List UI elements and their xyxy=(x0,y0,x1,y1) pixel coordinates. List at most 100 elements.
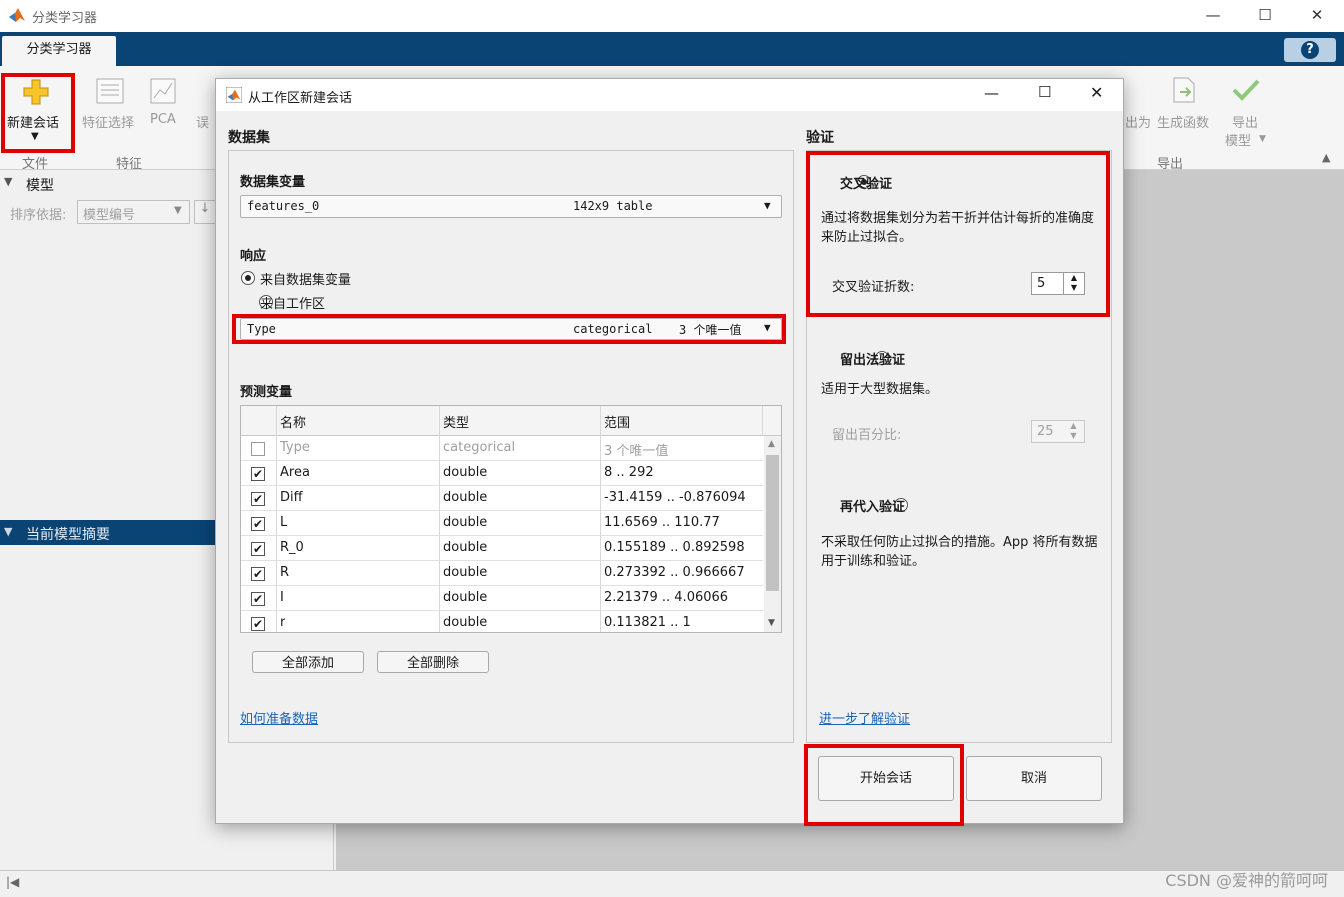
table-row[interactable]: ✔ r double 0.113821 .. 1 xyxy=(241,611,763,632)
watermark: CSDN @爱神的箭呵呵 xyxy=(1165,871,1328,890)
dataset-variable-dropdown[interactable]: features_0 142x9 table ▼ xyxy=(240,195,782,218)
table-row[interactable]: Type categorical 3 个唯一值 xyxy=(241,436,763,461)
export-model-label-1[interactable]: 导出 xyxy=(1232,112,1258,131)
holdout-pct-stepper[interactable]: 25 ▲ ▼ xyxy=(1031,420,1085,443)
dialog-close-icon[interactable]: ✕ xyxy=(1090,83,1103,102)
cell-range: 0.155189 .. 0.892598 xyxy=(604,540,745,555)
row-checkbox[interactable]: ✔ xyxy=(251,542,265,556)
cell-range: -31.4159 .. -0.876094 xyxy=(604,490,746,505)
table-row[interactable]: ✔ Rdouble 0.273392 .. 0.966667 xyxy=(241,561,763,586)
row-checkbox[interactable]: ✔ xyxy=(251,467,265,481)
pca-button[interactable]: PCA xyxy=(150,112,176,127)
feature-selection-button[interactable]: 特征选择 xyxy=(82,112,134,131)
cell-range: 0.113821 .. 1 xyxy=(604,615,691,630)
help-button[interactable]: ? xyxy=(1284,38,1336,62)
column-header-name[interactable]: 名称 xyxy=(280,412,306,431)
scroll-up-icon[interactable]: ▲ xyxy=(768,439,775,449)
row-checkbox[interactable]: ✔ xyxy=(251,567,265,581)
row-checkbox[interactable]: ✔ xyxy=(251,517,265,531)
column-header-type[interactable]: 类型 xyxy=(443,412,469,431)
tab-classification-learner[interactable]: 分类学习器 xyxy=(2,36,116,66)
sort-by-dropdown[interactable]: 模型编号 ▼ xyxy=(77,200,190,224)
sort-direction-icon[interactable]: ↓ xyxy=(194,200,216,224)
collapse-models-icon[interactable]: ▼ xyxy=(4,175,12,188)
cell-range: 0.273392 .. 0.966667 xyxy=(604,565,745,580)
learn-validation-link[interactable]: 进一步了解验证 xyxy=(819,708,910,727)
remove-all-button[interactable]: 全部删除 xyxy=(377,651,489,673)
prepare-data-link[interactable]: 如何准备数据 xyxy=(240,708,318,727)
cv-folds-stepper[interactable]: 5 ▲ ▼ xyxy=(1031,272,1085,295)
cell-type: double xyxy=(443,615,488,630)
resubstitution-description: 不采取任何防止过拟合的措施。App 将所有数据用于训练和验证。 xyxy=(821,535,1098,569)
ribbon-tabbar xyxy=(0,32,1344,66)
cell-name: Type xyxy=(280,440,310,455)
validation-header: 验证 xyxy=(806,130,834,146)
cell-name: I xyxy=(280,590,284,605)
dialog-maximize-icon[interactable]: ☐ xyxy=(1038,83,1051,101)
table-row[interactable]: ✔ Area double 8 .. 292 xyxy=(241,461,763,486)
cell-name: Diff xyxy=(280,490,303,505)
resubstitution-label: 再代入验证 xyxy=(840,500,906,515)
feature-selection-icon xyxy=(96,78,124,104)
holdout-pct-label: 留出百分比: xyxy=(832,428,902,443)
maximize-icon[interactable]: ☐ xyxy=(1250,6,1280,26)
response-from-workspace-label: 来自工作区 xyxy=(260,297,326,312)
cell-name: R_0 xyxy=(280,540,304,555)
response-type: categorical xyxy=(573,322,653,336)
start-session-button[interactable]: 开始会话 xyxy=(818,756,954,801)
dataset-variable-size: 142x9 table xyxy=(573,199,653,213)
response-dropdown[interactable]: Type categorical 3 个唯一值 ▼ xyxy=(240,318,782,340)
export-model-label-2[interactable]: 模型 xyxy=(1225,130,1251,149)
matlab-logo-icon xyxy=(226,87,242,103)
sort-by-label: 排序依据: xyxy=(10,208,67,223)
cell-name: Area xyxy=(280,465,310,480)
row-checkbox[interactable]: ✔ xyxy=(251,492,265,506)
chevron-down-icon: ▼ xyxy=(764,321,771,334)
cancel-button[interactable]: 取消 xyxy=(966,756,1102,801)
cross-validation-description: 通过将数据集划分为若干折并估计每折的准确度来防止过拟合。 xyxy=(821,211,1095,245)
response-label: 响应 xyxy=(240,249,267,264)
dialog-title: 从工作区新建会话 xyxy=(248,91,353,106)
generate-function-button[interactable]: 生成函数 xyxy=(1157,112,1209,131)
cell-range: 3 个唯一值 xyxy=(604,444,669,459)
cell-type: double xyxy=(443,540,488,555)
dataset-variable-label: 数据集变量 xyxy=(240,175,306,190)
misclass-button[interactable]: 误 xyxy=(196,112,209,131)
table-row[interactable]: ✔ Ldouble 11.6569 .. 110.77 xyxy=(241,511,763,536)
row-checkbox[interactable]: ✔ xyxy=(251,617,265,631)
row-checkbox[interactable]: ✔ xyxy=(251,592,265,606)
response-from-dataset-radio[interactable] xyxy=(241,271,255,285)
dialog-minimize-icon[interactable]: — xyxy=(984,84,999,102)
table-row[interactable]: ✔ Idouble 2.21379 .. 4.06066 xyxy=(241,586,763,611)
minimize-icon[interactable]: — xyxy=(1198,6,1228,26)
chevron-down-icon: ▼ xyxy=(174,205,182,216)
chevron-down-icon[interactable]: ▼ xyxy=(1259,134,1266,144)
stepper-arrows-icon[interactable]: ▲ ▼ xyxy=(1063,273,1084,294)
collapse-left-icon[interactable]: |◀ xyxy=(6,875,19,889)
scroll-down-icon[interactable]: ▼ xyxy=(768,618,775,628)
add-all-button[interactable]: 全部添加 xyxy=(252,651,364,673)
chevron-down-icon[interactable]: ▼ xyxy=(31,131,39,142)
cell-type: double xyxy=(443,590,488,605)
new-session-button[interactable]: 新建会话 xyxy=(7,112,59,131)
column-header-range[interactable]: 范围 xyxy=(604,412,630,431)
new-session-dialog: 从工作区新建会话 — ☐ ✕ 数据集 数据集变量 features_0 142x… xyxy=(215,78,1124,826)
holdout-description: 适用于大型数据集。 xyxy=(821,382,939,397)
response-name: Type xyxy=(247,322,276,336)
predictors-label: 预测变量 xyxy=(240,385,293,400)
close-icon[interactable]: ✕ xyxy=(1302,6,1332,26)
stepper-arrows-icon[interactable]: ▲ ▼ xyxy=(1063,421,1084,442)
models-header: 模型 xyxy=(26,178,54,194)
cell-range: 2.21379 .. 4.06066 xyxy=(604,590,729,605)
scrollbar-thumb[interactable] xyxy=(766,455,779,591)
plus-icon xyxy=(23,79,49,105)
collapse-summary-icon[interactable]: ▼ xyxy=(4,525,12,538)
checkmark-icon xyxy=(1232,79,1260,101)
table-row[interactable]: ✔ Diff double -31.4159 .. -0.876094 xyxy=(241,486,763,511)
predictors-table: 名称 类型 范围 Type categorical 3 个唯一值 ✔ Area doubl… xyxy=(240,405,782,633)
table-row[interactable]: ✔ R_0 double 0.155189 .. 0.892598 xyxy=(241,536,763,561)
response-from-dataset-label: 来自数据集变量 xyxy=(260,273,352,288)
row-checkbox[interactable] xyxy=(251,442,265,456)
collapse-ribbon-icon[interactable]: ▲ xyxy=(1322,151,1330,164)
app-titlebar xyxy=(0,0,1344,32)
